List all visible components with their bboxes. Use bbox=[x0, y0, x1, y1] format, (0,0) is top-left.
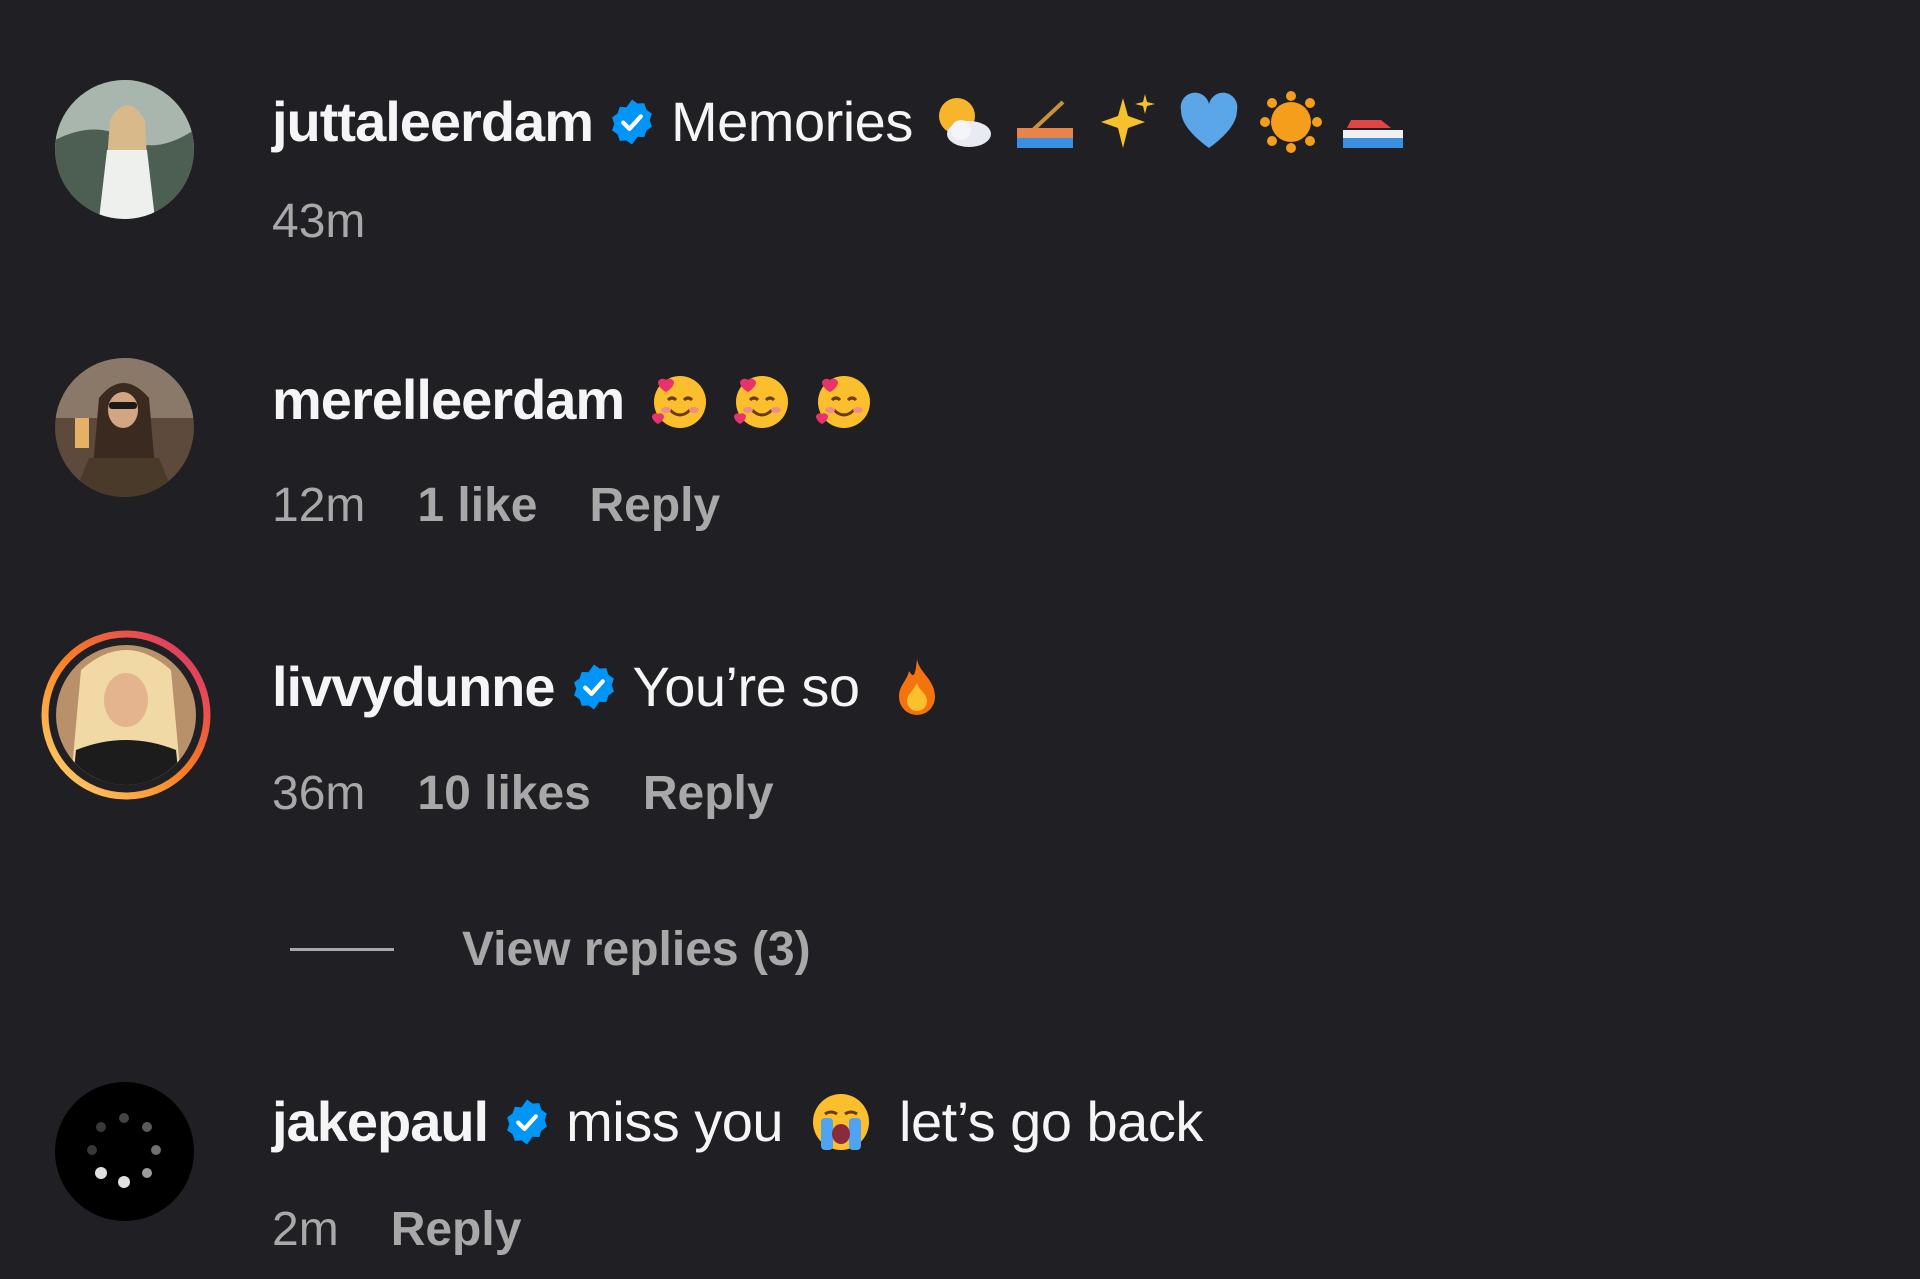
comment-meta: 12m 1 like Reply bbox=[272, 478, 772, 534]
loudly-crying-face-icon bbox=[809, 1090, 873, 1154]
timestamp: 43m bbox=[272, 195, 366, 248]
smiling-face-with-hearts-icon bbox=[648, 368, 712, 432]
comment-line: jakepaul miss you let’s go back bbox=[272, 1090, 1203, 1154]
reply-button[interactable]: Reply bbox=[643, 766, 774, 822]
verified-badge-icon bbox=[502, 1097, 552, 1147]
comment-text-continued: let’s go back bbox=[899, 1090, 1203, 1153]
username-link[interactable]: jakepaul bbox=[272, 1090, 489, 1154]
sparkles-icon bbox=[1095, 90, 1159, 154]
story-ring-avatar[interactable] bbox=[41, 630, 211, 800]
likes-count-button[interactable]: 1 like bbox=[417, 478, 537, 534]
replies-divider bbox=[290, 948, 394, 951]
avatar[interactable] bbox=[55, 358, 194, 497]
verified-badge-icon bbox=[607, 97, 657, 147]
smiling-face-with-hearts-icon bbox=[730, 368, 794, 432]
blue-heart-icon bbox=[1177, 90, 1241, 154]
sun-icon bbox=[1259, 90, 1323, 154]
username-link[interactable]: merelleerdam bbox=[272, 368, 625, 432]
avatar[interactable] bbox=[55, 80, 194, 219]
comment-text: miss you bbox=[566, 1090, 784, 1153]
sun-behind-cloud-icon bbox=[931, 90, 995, 154]
fire-icon bbox=[885, 655, 949, 719]
timestamp: 36m bbox=[272, 767, 366, 820]
comment-line: juttaleerdam Memories bbox=[272, 90, 1405, 154]
username-link[interactable]: juttaleerdam bbox=[272, 90, 594, 154]
avatar[interactable] bbox=[55, 1082, 194, 1221]
username-link[interactable]: livvydunne bbox=[272, 655, 556, 719]
comment-meta: 36m 10 likes Reply bbox=[272, 766, 826, 822]
reply-button[interactable]: Reply bbox=[589, 478, 720, 534]
comment-text: Memories bbox=[671, 90, 913, 153]
comment-text: You’re so bbox=[632, 655, 860, 718]
comment-meta: 2m Reply bbox=[272, 1202, 573, 1258]
reply-button[interactable]: Reply bbox=[391, 1202, 522, 1258]
comment-meta: 43m bbox=[272, 194, 417, 250]
verified-badge-icon bbox=[569, 662, 619, 712]
timestamp: 2m bbox=[272, 1203, 339, 1256]
smiling-face-with-hearts-icon bbox=[812, 368, 876, 432]
comment-line: merelleerdam bbox=[272, 368, 876, 432]
likes-count-button[interactable]: 10 likes bbox=[417, 766, 590, 822]
view-replies-button[interactable]: View replies (3) bbox=[290, 922, 811, 977]
comment-line: livvydunne You’re so bbox=[272, 655, 949, 719]
rowboat-icon bbox=[1013, 90, 1077, 154]
view-replies-label: View replies (3) bbox=[462, 923, 811, 976]
timestamp: 12m bbox=[272, 479, 366, 532]
speedboat-icon bbox=[1341, 90, 1405, 154]
